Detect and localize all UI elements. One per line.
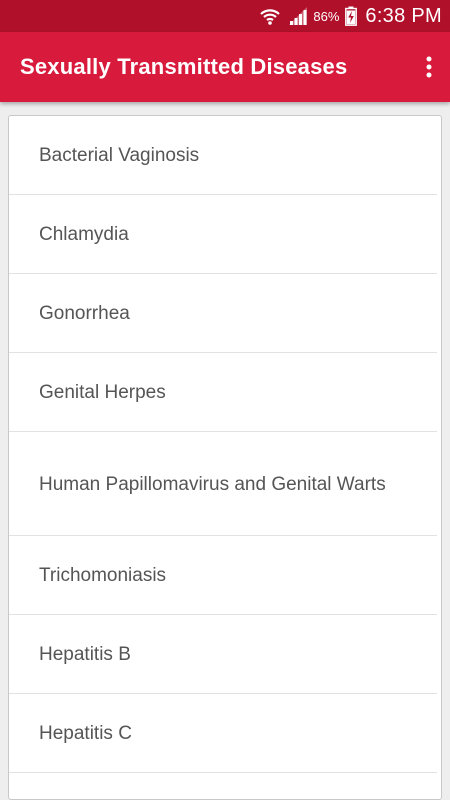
page-title: Sexually Transmitted Diseases: [20, 54, 348, 79]
disease-list-card: Bacterial Vaginosis Chlamydia Gonorrhea …: [8, 115, 442, 800]
list-item[interactable]: Gonorrhea: [9, 274, 441, 353]
list-item[interactable]: Bacterial Vaginosis: [9, 116, 441, 195]
wifi-icon: [259, 6, 281, 26]
list-item[interactable]: Human Papillomavirus and Genital Warts: [9, 432, 441, 536]
status-time: 6:38 PM: [365, 4, 442, 27]
list-item[interactable]: Hepatitis C: [9, 694, 441, 773]
more-vert-icon[interactable]: [422, 51, 436, 83]
disease-list: Bacterial Vaginosis Chlamydia Gonorrhea …: [9, 116, 441, 773]
battery-percent: 86%: [313, 8, 340, 24]
status-bar: 86% 6:38 PM: [0, 0, 450, 32]
battery-charging-icon: [345, 6, 358, 26]
app-bar: Sexually Transmitted Diseases: [0, 32, 450, 102]
list-item[interactable]: Hepatitis B: [9, 615, 441, 694]
list-item[interactable]: Trichomoniasis: [9, 536, 441, 615]
list-item[interactable]: Genital Herpes: [9, 353, 441, 432]
signal-icon: [287, 6, 309, 26]
list-item[interactable]: Chlamydia: [9, 195, 441, 274]
